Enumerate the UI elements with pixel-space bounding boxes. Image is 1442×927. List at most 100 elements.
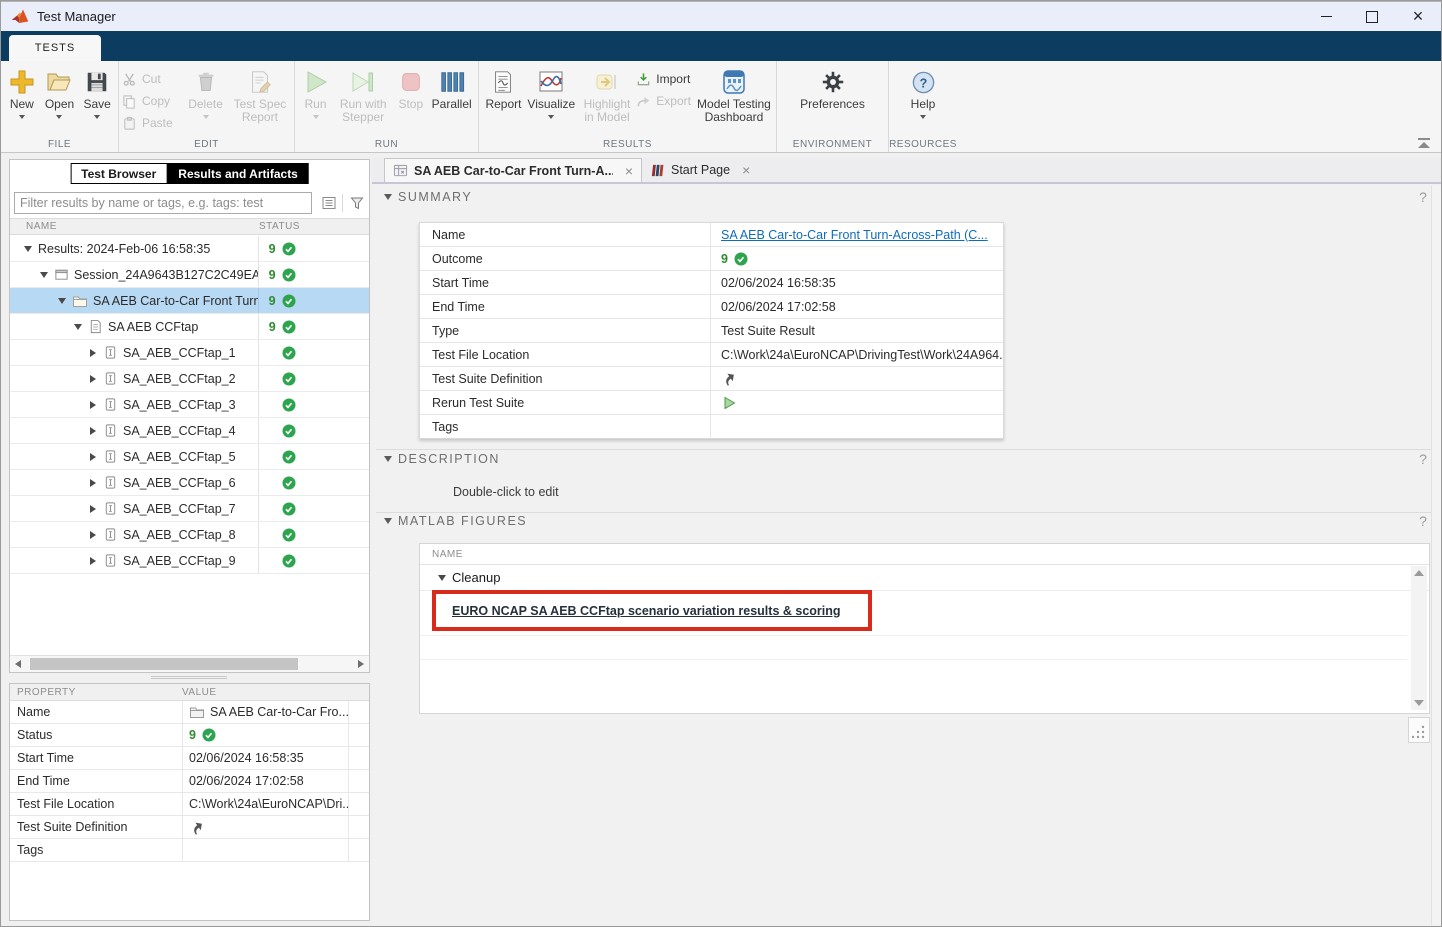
panel-splitter[interactable]	[151, 674, 227, 681]
minimize-button[interactable]	[1303, 2, 1349, 31]
figures-group-cleanup[interactable]: Cleanup	[420, 565, 1429, 591]
close-icon: ×	[1413, 6, 1424, 27]
maximize-button[interactable]	[1349, 2, 1395, 31]
matlab-figures-section-header[interactable]: MATLAB FIGURES	[384, 514, 527, 528]
expand-triangle-icon[interactable]	[74, 324, 82, 330]
run-with-stepper-button[interactable]: Run with Stepper	[333, 64, 393, 136]
close-tab-icon[interactable]: ×	[625, 163, 633, 179]
collapse-ribbon-button[interactable]	[1417, 138, 1431, 148]
tree-row-iteration[interactable]: SA_AEB_CCFtap_9	[10, 548, 369, 574]
parallel-button[interactable]: Parallel	[428, 64, 475, 136]
summary-help-icon[interactable]: ?	[1415, 189, 1431, 205]
summary-row-outcome: Outcome 9	[420, 247, 1003, 271]
scroll-down-icon[interactable]	[1414, 700, 1424, 706]
collapsed-triangle-icon[interactable]	[90, 401, 96, 409]
figure-link[interactable]: EURO NCAP SA AEB CCFtap scenario variati…	[452, 604, 841, 618]
rerun-play-icon[interactable]	[721, 395, 737, 411]
svg-text:?: ?	[919, 76, 927, 90]
goto-arrow-icon[interactable]	[189, 820, 204, 835]
goto-arrow-icon[interactable]	[721, 371, 736, 386]
import-button[interactable]: Import	[636, 68, 695, 90]
collapsed-triangle-icon[interactable]	[90, 453, 96, 461]
scrollbar-thumb[interactable]	[30, 658, 298, 670]
saved-filters-button[interactable]	[317, 192, 341, 214]
collapsed-triangle-icon[interactable]	[90, 375, 96, 383]
property-row-name[interactable]: Name SA AEB Car-to-Car Fro...	[10, 701, 369, 724]
tree-row-results[interactable]: Results: 2024-Feb-06 16:58:35 9	[10, 236, 369, 262]
preferences-button[interactable]: Preferences	[795, 64, 871, 136]
model-testing-dashboard-button[interactable]: Model Testing Dashboard	[695, 64, 773, 136]
tree-row-iteration[interactable]: SA_AEB_CCFtap_6	[10, 470, 369, 496]
highlight-in-model-button[interactable]: Highlight in Model	[578, 64, 637, 136]
scroll-up-icon[interactable]	[1414, 570, 1424, 576]
property-row-suite-definition[interactable]: Test Suite Definition	[10, 816, 369, 839]
description-placeholder[interactable]: Double-click to edit	[453, 485, 559, 499]
property-row-start-time[interactable]: Start Time 02/06/2024 16:58:35	[10, 747, 369, 770]
tab-test-browser[interactable]: Test Browser	[70, 163, 167, 184]
expand-triangle-icon[interactable]	[24, 246, 32, 252]
window-controls: ×	[1303, 2, 1441, 31]
property-row-tags[interactable]: Tags	[10, 839, 369, 862]
scroll-right-icon[interactable]	[358, 660, 364, 668]
cut-button[interactable]: Cut	[122, 68, 182, 90]
ribbon-group-edit: Cut Copy Paste Delete Test Spec Report E…	[119, 61, 295, 152]
expand-triangle-icon[interactable]	[40, 272, 48, 278]
figures-help-icon[interactable]: ?	[1415, 513, 1431, 529]
horizontal-scrollbar[interactable]	[10, 655, 369, 672]
open-button[interactable]: Open	[40, 64, 80, 136]
visualize-button[interactable]: Visualize	[525, 64, 578, 136]
new-button[interactable]: New	[4, 64, 40, 136]
tree-row-iteration[interactable]: SA_AEB_CCFtap_5	[10, 444, 369, 470]
collapsed-triangle-icon[interactable]	[90, 505, 96, 513]
export-button[interactable]: Export	[636, 90, 695, 112]
expand-triangle-icon	[384, 456, 392, 462]
result-name-link[interactable]: SA AEB Car-to-Car Front Turn-Across-Path…	[721, 228, 988, 242]
tree-row-testfile[interactable]: SA AEB CCFtap 9	[10, 314, 369, 340]
help-button[interactable]: ? Help	[901, 64, 945, 136]
save-button[interactable]: Save	[79, 64, 115, 136]
filter-button[interactable]	[345, 192, 369, 214]
collapsed-triangle-icon[interactable]	[90, 349, 96, 357]
tree-row-iteration[interactable]: SA_AEB_CCFtap_7	[10, 496, 369, 522]
close-button[interactable]: ×	[1395, 2, 1441, 31]
test-spec-report-button[interactable]: Test Spec Report	[229, 64, 291, 136]
tree-row-iteration[interactable]: SA_AEB_CCFtap_2	[10, 366, 369, 392]
tab-tests[interactable]: TESTS	[9, 35, 101, 61]
window-right-scrollbar-track[interactable]	[1431, 186, 1442, 925]
matlab-figures-panel: NAME Cleanup EURO NCAP SA AEB CCFtap sce…	[419, 543, 1430, 714]
open-icon	[45, 66, 73, 98]
tree-row-iteration[interactable]: SA_AEB_CCFtap_3	[10, 392, 369, 418]
description-section-header[interactable]: DESCRIPTION	[384, 452, 500, 466]
tree-row-iteration[interactable]: SA_AEB_CCFtap_8	[10, 522, 369, 548]
tree-row-suite-selected[interactable]: SA AEB Car-to-Car Front Turn- 9	[10, 288, 369, 314]
delete-button[interactable]: Delete	[182, 64, 229, 136]
stop-button[interactable]: Stop	[393, 64, 428, 136]
property-row-status[interactable]: Status 9	[10, 724, 369, 747]
scroll-left-icon[interactable]	[15, 660, 21, 668]
collapsed-triangle-icon[interactable]	[90, 479, 96, 487]
tree-row-iteration[interactable]: SA_AEB_CCFtap_4	[10, 418, 369, 444]
report-button[interactable]: Report	[482, 64, 525, 136]
collapsed-triangle-icon[interactable]	[90, 557, 96, 565]
property-row-file-location[interactable]: Test File Location C:\Work\24a\EuroNCAP\…	[10, 793, 369, 816]
tree-row-session[interactable]: Session_24A9643B127C2C49EA 9	[10, 262, 369, 288]
tab-result-document[interactable]: SA AEB Car-to-Car Front Turn-A... ×	[384, 158, 642, 182]
collapsed-triangle-icon[interactable]	[90, 531, 96, 539]
close-tab-icon[interactable]: ×	[742, 162, 750, 178]
dashboard-icon	[720, 66, 748, 98]
tab-start-page[interactable]: Start Page ×	[642, 158, 758, 182]
run-button[interactable]: Run	[298, 64, 333, 136]
tree-row-iteration[interactable]: SA_AEB_CCFtap_1	[10, 340, 369, 366]
copy-button[interactable]: Copy	[122, 90, 182, 112]
expand-triangle-icon[interactable]	[58, 298, 66, 304]
iteration-icon	[103, 501, 118, 516]
paste-button[interactable]: Paste	[122, 112, 182, 134]
property-row-end-time[interactable]: End Time 02/06/2024 17:02:58	[10, 770, 369, 793]
resize-grip[interactable]	[1408, 717, 1430, 743]
filter-input[interactable]	[14, 192, 312, 214]
figures-vertical-scrollbar[interactable]	[1411, 566, 1427, 710]
description-help-icon[interactable]: ?	[1415, 451, 1431, 467]
collapsed-triangle-icon[interactable]	[90, 427, 96, 435]
summary-section-header[interactable]: SUMMARY	[384, 190, 472, 204]
tab-results-and-artifacts[interactable]: Results and Artifacts	[167, 163, 309, 184]
